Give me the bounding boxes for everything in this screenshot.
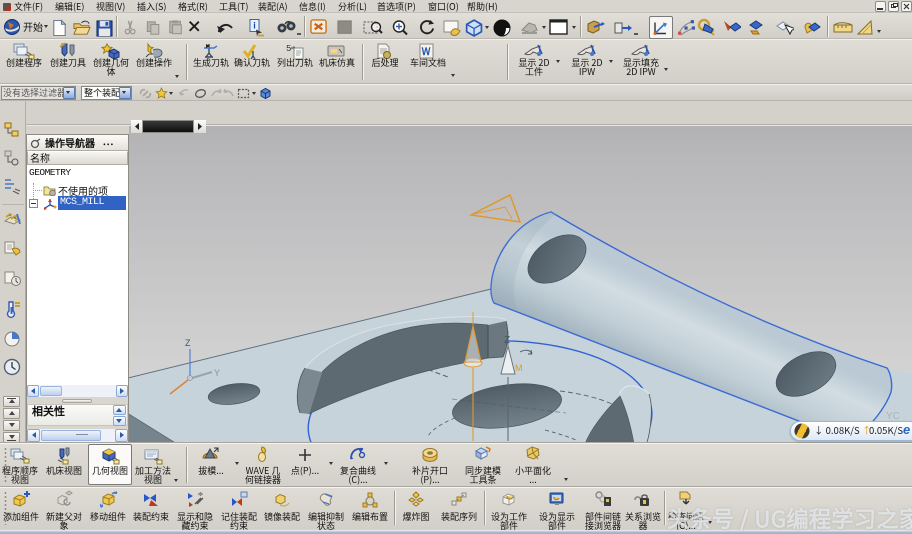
svg-text:i: i bbox=[253, 19, 256, 32]
svg-text:M: M bbox=[515, 363, 523, 373]
svg-text:Z: Z bbox=[185, 338, 191, 348]
svg-text:Y: Y bbox=[214, 368, 220, 378]
svg-text:Z: Z bbox=[504, 335, 510, 346]
svg-text:5: 5 bbox=[286, 44, 291, 54]
